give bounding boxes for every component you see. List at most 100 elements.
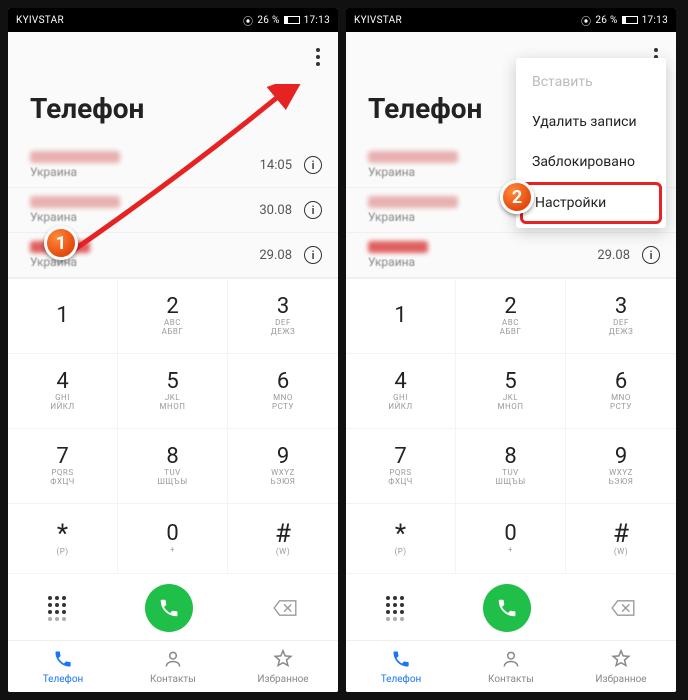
call-button[interactable] xyxy=(145,584,193,632)
key-digit: * xyxy=(57,521,68,547)
call-region: Украина xyxy=(368,255,597,269)
nav-star[interactable]: Избранное xyxy=(228,641,338,692)
key-digit: 2 xyxy=(504,296,516,318)
dialpad-key-1[interactable]: 1 xyxy=(8,279,118,354)
dialpad-key-8[interactable]: 8TUVШЩЪЫ xyxy=(118,429,228,504)
key-letters-latin: (W) xyxy=(276,547,290,557)
dialpad-key-9[interactable]: 9WXYZЬЭЮЯ xyxy=(228,429,338,504)
key-letters-cyrillic: АБВГ xyxy=(162,327,184,336)
dialpad-key-6[interactable]: 6MNOРСТУ xyxy=(566,354,676,429)
dialpad-key-7[interactable]: 7PQRSФХЦЧ xyxy=(346,429,456,504)
backspace-icon[interactable] xyxy=(610,599,636,617)
key-digit: * xyxy=(395,521,406,547)
key-letters-latin: GHI xyxy=(393,393,408,403)
call-button[interactable] xyxy=(483,584,531,632)
info-icon[interactable]: i xyxy=(642,246,660,264)
dialpad-toggle-icon[interactable] xyxy=(386,596,404,621)
menu-delete-records[interactable]: Удалить записи xyxy=(516,102,666,142)
key-digit: 6 xyxy=(277,371,289,393)
key-digit: 3 xyxy=(615,296,627,318)
dialpad-key-4[interactable]: 4GHIИЙКЛ xyxy=(346,354,456,429)
dialpad-key-#[interactable]: #(W) xyxy=(228,504,338,574)
dialpad-key-*[interactable]: *(P) xyxy=(346,504,456,574)
dialpad-key-0[interactable]: 0+ xyxy=(118,504,228,574)
call-number-blurred xyxy=(30,196,120,208)
key-digit: 8 xyxy=(166,446,178,468)
key-digit: 5 xyxy=(504,371,516,393)
key-letters-cyrillic: ИЙКЛ xyxy=(388,402,412,411)
key-digit: # xyxy=(613,521,629,547)
key-letters-latin: JKL xyxy=(503,393,518,403)
call-log-row[interactable]: Украина29.08i xyxy=(8,233,338,278)
key-letters-latin: DEF xyxy=(275,318,291,328)
dialpad-key-3[interactable]: 3DEFДЕЖЗ xyxy=(566,279,676,354)
dialpad-key-8[interactable]: 8TUVШЩЪЫ xyxy=(456,429,566,504)
phone-icon xyxy=(53,649,73,672)
dialpad-key-*[interactable]: *(P) xyxy=(8,504,118,574)
nav-phone[interactable]: Телефон xyxy=(8,641,118,692)
app-header xyxy=(8,32,338,92)
dialpad-key-9[interactable]: 9WXYZЬЭЮЯ xyxy=(566,429,676,504)
info-icon[interactable]: i xyxy=(304,156,322,174)
dialpad-key-7[interactable]: 7PQRSФХЦЧ xyxy=(8,429,118,504)
dialpad-key-3[interactable]: 3DEFДЕЖЗ xyxy=(228,279,338,354)
key-letters-cyrillic: ШЩЪЫ xyxy=(495,477,525,486)
status-right: ⦿ 26 % 17:13 xyxy=(243,13,330,28)
call-time: 29.08 xyxy=(597,248,630,263)
key-letters-cyrillic: ФХЦЧ xyxy=(50,477,74,486)
dialpad-key-2[interactable]: 2ABCАБВГ xyxy=(456,279,566,354)
call-time: 30.08 xyxy=(259,203,292,218)
menu-blocked[interactable]: Заблокировано xyxy=(516,142,666,182)
nav-label: Контакты xyxy=(488,674,534,685)
key-digit: 5 xyxy=(166,371,178,393)
nav-contacts[interactable]: Контакты xyxy=(456,641,566,692)
key-letters-latin: WXYZ xyxy=(609,468,633,478)
key-letters-latin: + xyxy=(170,545,175,555)
dialpad-toggle-icon[interactable] xyxy=(48,596,66,621)
nav-label: Избранное xyxy=(257,674,308,685)
nav-phone[interactable]: Телефон xyxy=(346,641,456,692)
dialpad-key-0[interactable]: 0+ xyxy=(456,504,566,574)
nav-contacts[interactable]: Контакты xyxy=(118,641,228,692)
overflow-menu-icon[interactable] xyxy=(316,48,320,66)
battery-pct: 26 % xyxy=(595,15,617,26)
dialpad-key-5[interactable]: 5JKLМНОП xyxy=(456,354,566,429)
key-letters-cyrillic: РСТУ xyxy=(610,402,632,411)
key-letters-cyrillic: ШЩЪЫ xyxy=(157,477,187,486)
contacts-icon xyxy=(501,649,521,672)
info-icon[interactable]: i xyxy=(304,201,322,219)
call-number-blurred xyxy=(368,196,458,208)
info-icon[interactable]: i xyxy=(304,246,322,264)
star-icon xyxy=(611,649,631,672)
dialpad-key-2[interactable]: 2ABCАБВГ xyxy=(118,279,228,354)
call-region: Украина xyxy=(30,210,259,224)
phone-icon xyxy=(391,649,411,672)
dialpad-key-6[interactable]: 6MNOРСТУ xyxy=(228,354,338,429)
call-log-row[interactable]: Украина30.08 i xyxy=(8,188,338,233)
dialpad-key-5[interactable]: 5JKLМНОП xyxy=(118,354,228,429)
nav-label: Контакты xyxy=(150,674,196,685)
key-letters-latin: JKL xyxy=(165,393,180,403)
status-right: ⦿ 26 % 17:13 xyxy=(581,13,668,28)
key-letters-cyrillic: ФХЦЧ xyxy=(388,477,412,486)
call-log-row[interactable]: Украина29.08 i xyxy=(346,233,676,278)
dialpad-key-#[interactable]: #(W) xyxy=(566,504,676,574)
key-letters-latin: + xyxy=(508,545,513,555)
backspace-icon[interactable] xyxy=(272,599,298,617)
page-title: Телефон xyxy=(8,92,338,143)
nav-star[interactable]: Избранное xyxy=(566,641,676,692)
battery-pct: 26 % xyxy=(257,15,279,26)
call-time: 29.08 xyxy=(259,248,292,263)
overflow-menu-popup: Вставить Удалить записи Заблокировано На… xyxy=(516,58,666,228)
key-letters-cyrillic: ЬЭЮЯ xyxy=(609,477,634,486)
bottom-nav: Телефон Контакты Избранное xyxy=(346,640,676,692)
call-log-row[interactable]: Украина14:05i xyxy=(8,143,338,188)
key-letters-latin: WXYZ xyxy=(271,468,295,478)
key-letters-cyrillic: РСТУ xyxy=(272,402,294,411)
key-letters-cyrillic: МНОП xyxy=(160,402,186,411)
key-letters-latin: (W) xyxy=(614,547,628,557)
menu-settings[interactable]: Настройки xyxy=(520,182,662,224)
dialpad-key-1[interactable]: 1 xyxy=(346,279,456,354)
dialpad-key-4[interactable]: 4GHIИЙКЛ xyxy=(8,354,118,429)
recording-icon: ⦿ xyxy=(581,13,591,28)
